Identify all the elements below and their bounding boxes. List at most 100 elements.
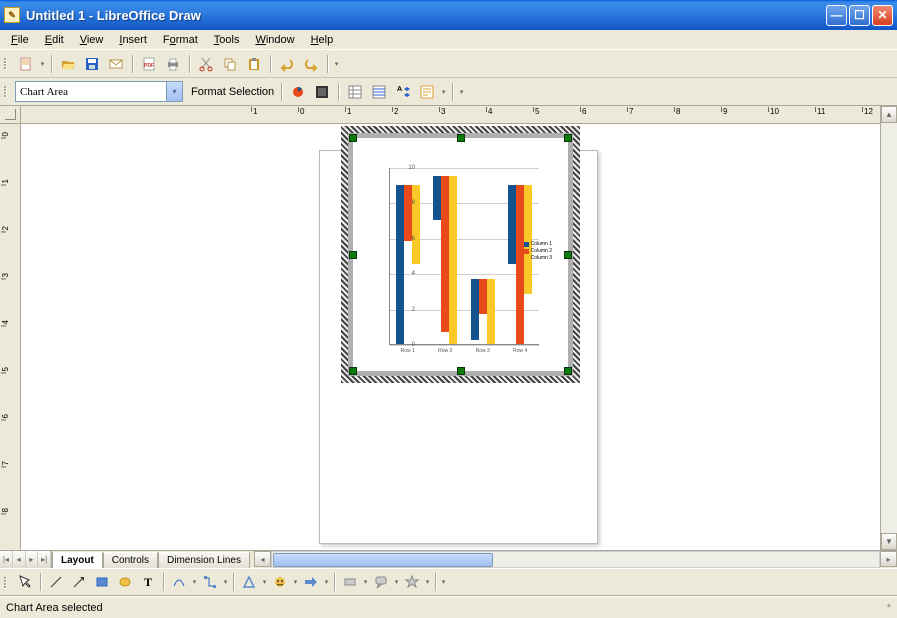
rectangle-tool[interactable] bbox=[91, 571, 113, 593]
undo-button[interactable] bbox=[276, 53, 298, 75]
toolbar-overflow[interactable] bbox=[458, 81, 465, 103]
resize-handle-s[interactable] bbox=[457, 367, 465, 375]
vertical-scrollbar[interactable]: ▲ ▼ bbox=[880, 106, 897, 550]
bar[interactable] bbox=[449, 176, 457, 344]
scroll-track[interactable] bbox=[881, 123, 897, 533]
horizontal-ruler[interactable]: 10123456789101112 bbox=[21, 106, 880, 124]
bar[interactable] bbox=[479, 279, 487, 314]
curve-dropdown[interactable] bbox=[191, 571, 198, 593]
scroll-right-button[interactable]: ▸ bbox=[880, 551, 897, 567]
tab-next-button[interactable]: ▸ bbox=[26, 551, 39, 568]
scroll-down-button[interactable]: ▼ bbox=[881, 533, 897, 550]
chart-type-button[interactable] bbox=[287, 81, 309, 103]
chart-3d-button[interactable] bbox=[311, 81, 333, 103]
new-dropdown[interactable] bbox=[39, 53, 46, 75]
legend-item[interactable]: Column 3 bbox=[524, 255, 552, 262]
bar[interactable] bbox=[441, 176, 449, 332]
bar[interactable] bbox=[487, 279, 495, 344]
open-button[interactable] bbox=[57, 53, 79, 75]
bar[interactable] bbox=[412, 185, 420, 265]
tab-dimension[interactable]: Dimension Lines bbox=[158, 552, 250, 568]
bar[interactable] bbox=[508, 185, 516, 265]
close-button[interactable]: ✕ bbox=[872, 5, 893, 26]
menu-tools[interactable]: Tools bbox=[207, 32, 247, 48]
save-button[interactable] bbox=[81, 53, 103, 75]
resize-handle-ne[interactable] bbox=[564, 134, 572, 142]
tab-prev-button[interactable]: ◂ bbox=[13, 551, 26, 568]
chart-titles-button[interactable] bbox=[416, 81, 438, 103]
tab-first-button[interactable]: |◂ bbox=[0, 551, 13, 568]
vertical-ruler[interactable]: 012345678 bbox=[0, 124, 21, 550]
minimize-button[interactable]: — bbox=[826, 5, 847, 26]
email-button[interactable] bbox=[105, 53, 127, 75]
chart-object[interactable]: Column 1Column 2Column 3 0246810 Row 1Ro… bbox=[341, 126, 580, 383]
scroll-left-button[interactable]: ◂ bbox=[254, 551, 271, 567]
block-arrows-dropdown[interactable] bbox=[323, 571, 330, 593]
print-button[interactable] bbox=[162, 53, 184, 75]
curve-tool[interactable] bbox=[168, 571, 190, 593]
connector-dropdown[interactable] bbox=[222, 571, 229, 593]
symbol-shapes-dropdown[interactable] bbox=[292, 571, 299, 593]
legend-item[interactable]: Column 2 bbox=[524, 248, 552, 255]
bar[interactable] bbox=[404, 185, 412, 242]
stars-dropdown[interactable] bbox=[424, 571, 431, 593]
resize-handle-sw[interactable] bbox=[349, 367, 357, 375]
chart-legend-button[interactable]: A bbox=[392, 81, 414, 103]
combo-arrow-icon[interactable] bbox=[166, 82, 182, 101]
symbol-shapes-tool[interactable] bbox=[269, 571, 291, 593]
bar[interactable] bbox=[433, 176, 441, 220]
maximize-button[interactable]: ☐ bbox=[849, 5, 870, 26]
basic-shapes-tool[interactable] bbox=[238, 571, 260, 593]
scroll-track[interactable] bbox=[271, 551, 880, 568]
menu-file[interactable]: File bbox=[4, 32, 36, 48]
canvas[interactable]: Column 1Column 2Column 3 0246810 Row 1Ro… bbox=[21, 124, 880, 550]
bar[interactable] bbox=[471, 279, 479, 341]
bar[interactable] bbox=[516, 185, 524, 344]
tab-controls[interactable]: Controls bbox=[103, 552, 158, 568]
toolbar-handle[interactable] bbox=[4, 54, 11, 74]
chart-legend[interactable]: Column 1Column 2Column 3 bbox=[524, 241, 552, 262]
menu-view[interactable]: View bbox=[73, 32, 111, 48]
toolbar-overflow[interactable] bbox=[440, 571, 447, 593]
basic-shapes-dropdown[interactable] bbox=[261, 571, 268, 593]
chart-data-table-button[interactable] bbox=[344, 81, 366, 103]
resize-handle-n[interactable] bbox=[457, 134, 465, 142]
chart-plot-area[interactable] bbox=[389, 168, 539, 345]
chart-element-combo[interactable] bbox=[15, 81, 183, 102]
menu-insert[interactable]: Insert bbox=[112, 32, 154, 48]
block-arrows-tool[interactable] bbox=[300, 571, 322, 593]
select-tool[interactable] bbox=[14, 571, 36, 593]
resize-handle-se[interactable] bbox=[564, 367, 572, 375]
tab-layout[interactable]: Layout bbox=[52, 552, 103, 568]
export-pdf-button[interactable]: PDF bbox=[138, 53, 160, 75]
paste-button[interactable] bbox=[243, 53, 265, 75]
arrow-line-tool[interactable] bbox=[68, 571, 90, 593]
toolbar-overflow[interactable] bbox=[333, 53, 340, 75]
callouts-dropdown[interactable] bbox=[393, 571, 400, 593]
tab-last-button[interactable]: ▸| bbox=[38, 551, 51, 568]
chart-hgrid-button[interactable] bbox=[368, 81, 390, 103]
copy-button[interactable] bbox=[219, 53, 241, 75]
connector-tool[interactable] bbox=[199, 571, 221, 593]
stars-tool[interactable] bbox=[401, 571, 423, 593]
resize-handle-nw[interactable] bbox=[349, 134, 357, 142]
toolbar-handle[interactable] bbox=[4, 82, 11, 102]
menu-edit[interactable]: Edit bbox=[38, 32, 71, 48]
menu-help[interactable]: Help bbox=[304, 32, 341, 48]
new-button[interactable] bbox=[15, 53, 37, 75]
flowchart-tool[interactable] bbox=[339, 571, 361, 593]
format-selection-label[interactable]: Format Selection bbox=[191, 86, 274, 98]
callouts-tool[interactable] bbox=[370, 571, 392, 593]
ellipse-tool[interactable] bbox=[114, 571, 136, 593]
chart-titles-dropdown[interactable] bbox=[440, 81, 447, 103]
bar[interactable] bbox=[524, 185, 532, 295]
chart-element-input[interactable] bbox=[16, 83, 166, 100]
line-tool[interactable] bbox=[45, 571, 67, 593]
resize-handle-e[interactable] bbox=[564, 251, 572, 259]
resize-handle-w[interactable] bbox=[349, 251, 357, 259]
scroll-thumb[interactable] bbox=[273, 553, 493, 567]
menu-window[interactable]: Window bbox=[248, 32, 301, 48]
text-tool[interactable]: T bbox=[137, 571, 159, 593]
legend-item[interactable]: Column 1 bbox=[524, 241, 552, 248]
flowchart-dropdown[interactable] bbox=[362, 571, 369, 593]
